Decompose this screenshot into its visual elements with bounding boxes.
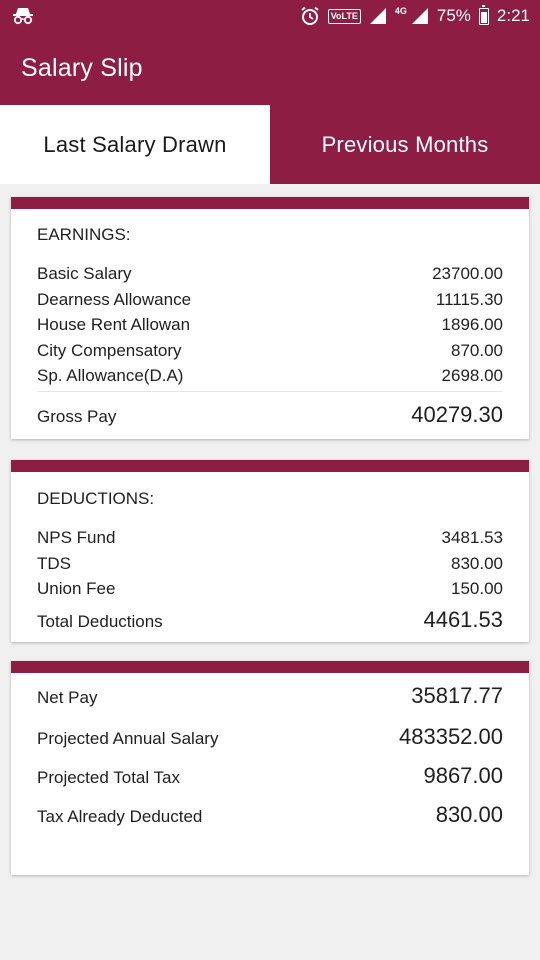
projected-annual-salary-row: Projected Annual Salary 483352.00 (37, 724, 503, 750)
network-type-label: 4G (394, 6, 407, 16)
earning-label: Dearness Allowance (37, 290, 192, 309)
page-title: Salary Slip (21, 54, 143, 82)
earning-amount: 1896.00 (441, 315, 503, 334)
deduction-row-nps-fund: NPS Fund 3481.53 (37, 528, 503, 548)
earnings-card: EARNINGS: Basic Salary 23700.00 Dearness… (11, 197, 529, 439)
gross-pay-label: Gross Pay (37, 407, 117, 426)
deduction-row-tds: TDS 830.00 (37, 554, 503, 574)
deduction-label: TDS (37, 554, 71, 573)
tab-previous-months[interactable]: Previous Months (270, 105, 540, 184)
tax-already-deducted-row: Tax Already Deducted 830.00 (37, 802, 503, 828)
earning-label: City Compensatory (37, 341, 182, 360)
summary-amount: 830.00 (435, 802, 503, 827)
deductions-card: DEDUCTIONS: NPS Fund 3481.53 TDS 830.00 … (11, 460, 529, 642)
earnings-row-dearness-allowance: Dearness Allowance 11115.30 (37, 290, 503, 310)
deduction-amount: 830.00 (451, 554, 503, 573)
total-deductions-amount: 4461.53 (423, 607, 503, 632)
incognito-icon (12, 7, 34, 25)
summary-amount: 35817.77 (411, 683, 503, 708)
battery-icon (478, 4, 489, 25)
earnings-row-basic-salary: Basic Salary 23700.00 (37, 264, 503, 284)
tab-bar: Last Salary Drawn Previous Months (0, 105, 540, 184)
summary-card: Net Pay 35817.77 Projected Annual Salary… (11, 661, 529, 875)
divider (37, 391, 503, 392)
deduction-amount: 3481.53 (441, 528, 503, 547)
tab-last-salary-drawn[interactable]: Last Salary Drawn (0, 105, 270, 184)
earnings-row-city-compensatory: City Compensatory 870.00 (37, 341, 503, 361)
earning-amount: 2698.00 (441, 366, 503, 385)
summary-label: Projected Annual Salary (37, 729, 219, 748)
summary-label: Projected Total Tax (37, 768, 181, 787)
earning-label: House Rent Allowan (37, 315, 191, 334)
summary-amount: 9867.00 (423, 763, 503, 788)
earning-amount: 870.00 (451, 341, 503, 360)
clock: 2:21 (496, 6, 530, 25)
gross-pay-amount: 40279.30 (411, 402, 503, 427)
app-bar: Salary Slip (0, 32, 540, 105)
volte-badge: VoLTE (327, 8, 361, 24)
deduction-label: Union Fee (37, 579, 116, 598)
gross-pay-row: Gross Pay 40279.30 (37, 402, 503, 428)
total-deductions-row: Total Deductions 4461.53 (37, 607, 503, 633)
net-pay-row: Net Pay 35817.77 (37, 683, 503, 709)
earning-amount: 11115.30 (435, 290, 503, 309)
signal-icon (369, 7, 387, 25)
deduction-row-union-fee: Union Fee 150.00 (37, 579, 503, 599)
deduction-label: NPS Fund (37, 528, 116, 547)
projected-total-tax-row: Projected Total Tax 9867.00 (37, 763, 503, 789)
deductions-title: DEDUCTIONS: (37, 489, 155, 508)
battery-percent: 75% (436, 6, 471, 25)
summary-label: Tax Already Deducted (37, 807, 203, 826)
earning-label: Sp. Allowance(D.A) (37, 366, 184, 385)
earning-amount: 23700.00 (432, 264, 503, 283)
earnings-title: EARNINGS: (37, 225, 131, 244)
summary-label: Net Pay (37, 688, 98, 707)
deduction-amount: 150.00 (451, 579, 503, 598)
total-deductions-label: Total Deductions (37, 612, 163, 631)
earnings-row-house-rent: House Rent Allowan 1896.00 (37, 315, 503, 335)
summary-amount: 483352.00 (399, 724, 503, 749)
signal-icon (411, 7, 429, 25)
earnings-row-special-allowance: Sp. Allowance(D.A) 2698.00 (37, 366, 503, 386)
status-bar: VoLTE 4G 75% 2:21 (0, 0, 540, 32)
earning-label: Basic Salary (37, 264, 132, 283)
alarm-icon (300, 6, 320, 26)
